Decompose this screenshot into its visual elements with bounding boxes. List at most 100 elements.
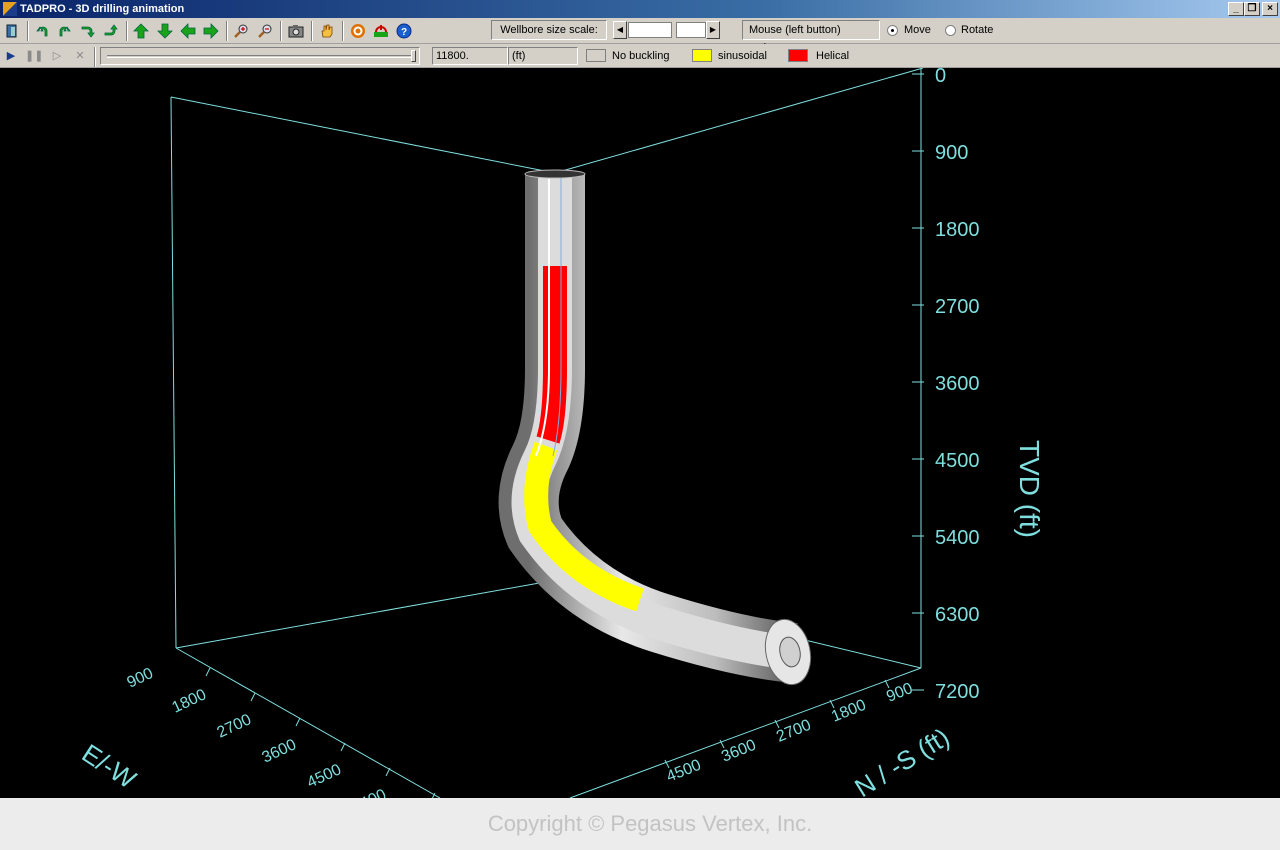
restore-button[interactable]: ❐ bbox=[1244, 2, 1260, 16]
pan-down-icon bbox=[157, 23, 173, 39]
rotate-left-icon bbox=[36, 26, 48, 37]
help-icon: ? bbox=[396, 23, 412, 39]
playback-toolbar: ▶ ❚❚ ▷ ✕ 11800. (ft) No buckling sinusoi… bbox=[0, 44, 1280, 68]
play-icon[interactable]: ▶ bbox=[2, 47, 20, 65]
title-bar: TADPRO - 3D drilling animation _ ❐ × bbox=[0, 0, 1280, 18]
tvd-tick-label: 7200 bbox=[935, 681, 980, 703]
zoom-out-icon bbox=[258, 24, 272, 38]
rotate-left-button[interactable] bbox=[32, 22, 52, 40]
ns-tick-label: 900 bbox=[884, 680, 915, 706]
rotate-right-button[interactable] bbox=[55, 22, 75, 40]
pan-up-icon bbox=[133, 23, 149, 39]
ew-tick-label: 1800 bbox=[170, 686, 210, 716]
ew-axis-label: E/-W bbox=[77, 738, 142, 795]
rotate-right-icon bbox=[59, 26, 71, 37]
slider-thumb[interactable] bbox=[411, 50, 416, 62]
rotate-down-icon bbox=[81, 26, 95, 38]
pan-right-button[interactable] bbox=[201, 22, 221, 40]
reset-view-button[interactable] bbox=[371, 22, 391, 40]
animation-slider[interactable] bbox=[100, 47, 420, 65]
no-buckling-swatch bbox=[586, 49, 606, 62]
mouse-action-label: Mouse (left button) action: bbox=[742, 20, 880, 54]
wellbore-size-label: Wellbore size scale: bbox=[491, 20, 607, 40]
helical-label: Helical bbox=[816, 50, 850, 62]
pause-icon[interactable]: ❚❚ bbox=[25, 47, 43, 65]
tvd-tick-label: 900 bbox=[935, 142, 968, 164]
camera-button[interactable] bbox=[286, 22, 306, 40]
rotate-radio-label[interactable]: Rotate bbox=[961, 24, 993, 37]
main-toolbar: ? Wellbore size scale: ◀ ▶ Mouse (left b… bbox=[0, 18, 1280, 54]
pan-up-button[interactable] bbox=[131, 22, 151, 40]
no-buckling-label: No buckling bbox=[612, 50, 670, 62]
tvd-axis-label: TVD (ft) bbox=[1014, 440, 1045, 538]
app-icon bbox=[3, 2, 17, 16]
zoom-out-button[interactable] bbox=[255, 22, 275, 40]
zoom-in-icon bbox=[234, 24, 248, 38]
rotate-down-button[interactable] bbox=[78, 22, 98, 40]
reset-view-icon bbox=[374, 25, 388, 37]
ew-tick-label: 5400 bbox=[350, 786, 390, 798]
svg-text:?: ? bbox=[401, 27, 407, 38]
app-window: TADPRO - 3D drilling animation _ ❐ × ? W… bbox=[0, 0, 1280, 850]
ew-tick bbox=[340, 742, 346, 752]
zoom-in-button[interactable] bbox=[231, 22, 251, 40]
tvd-tick-label: 3600 bbox=[935, 373, 980, 395]
tvd-tick-label: 0 bbox=[935, 68, 946, 87]
ns-tick bbox=[884, 679, 890, 689]
hand-button[interactable] bbox=[317, 22, 337, 40]
wellbore-scale-track[interactable] bbox=[628, 22, 672, 38]
exit-button[interactable] bbox=[3, 22, 23, 40]
ew-tick bbox=[205, 667, 211, 677]
depth-field[interactable]: 11800. bbox=[432, 47, 508, 65]
step-icon[interactable]: ▷ bbox=[48, 47, 66, 65]
pan-right-icon bbox=[203, 23, 219, 39]
exit-icon bbox=[6, 24, 17, 38]
move-radio-label[interactable]: Move bbox=[904, 24, 931, 37]
3d-viewport[interactable]: 0 900 1800 2700 3600 4500 5400 6300 7200 900 1800… bbox=[0, 68, 1280, 798]
window-title: TADPRO - 3D drilling animation bbox=[20, 3, 185, 15]
hand-icon bbox=[321, 24, 333, 38]
ew-tick-label: 900 bbox=[125, 665, 156, 692]
target-icon bbox=[351, 24, 365, 38]
ew-tick-label: 2700 bbox=[215, 711, 255, 741]
ew-tick bbox=[295, 717, 301, 727]
helical-swatch bbox=[788, 49, 808, 62]
rotate-up-icon bbox=[104, 24, 118, 36]
ew-tick bbox=[385, 767, 391, 777]
wellbore-scale-left-arrow[interactable]: ◀ bbox=[613, 21, 627, 39]
tvd-axis: 0 900 1800 2700 3600 4500 5400 6300 7200 bbox=[912, 68, 980, 703]
stop-icon[interactable]: ✕ bbox=[71, 47, 89, 65]
ns-axis-label: N / -S (ft) bbox=[849, 722, 954, 798]
tvd-tick-label: 1800 bbox=[935, 219, 980, 241]
sinusoidal-label: sinusoidal bbox=[718, 50, 767, 62]
copyright-text: Copyright © Pegasus Vertex, Inc. bbox=[487, 811, 813, 836]
wellbore-scale-track-right[interactable] bbox=[676, 22, 706, 38]
tvd-tick-label: 5400 bbox=[935, 527, 980, 549]
move-radio[interactable] bbox=[887, 25, 898, 36]
ns-tick-label: 1800 bbox=[829, 697, 868, 726]
pan-left-icon bbox=[180, 23, 196, 39]
rotate-up-button[interactable] bbox=[101, 22, 121, 40]
ew-tick-label: 4500 bbox=[305, 761, 345, 791]
wellbore-3d-plot[interactable]: 09001800270036004500540063007200 9001800… bbox=[0, 68, 1280, 798]
pan-left-button[interactable] bbox=[178, 22, 198, 40]
minimize-button[interactable]: _ bbox=[1228, 2, 1244, 16]
target-button[interactable] bbox=[348, 22, 368, 40]
ew-tick bbox=[250, 692, 256, 702]
wellbore-scale-right-arrow[interactable]: ▶ bbox=[706, 21, 720, 39]
footer: Copyright © Pegasus Vertex, Inc. bbox=[0, 798, 1280, 850]
depth-unit: (ft) bbox=[508, 47, 578, 65]
tvd-tick-label: 4500 bbox=[935, 450, 980, 472]
ew-axis: 900 1800270036004500 5400 bbox=[125, 665, 436, 798]
ew-tick-label: 3600 bbox=[260, 736, 300, 766]
tvd-tick-label: 6300 bbox=[935, 604, 980, 626]
rotate-radio[interactable] bbox=[945, 25, 956, 36]
wellbore-pipe bbox=[498, 169, 812, 686]
camera-icon bbox=[288, 25, 304, 38]
pan-down-button[interactable] bbox=[155, 22, 175, 40]
tvd-tick-label: 2700 bbox=[935, 296, 980, 318]
sinusoidal-swatch bbox=[692, 49, 712, 62]
help-button[interactable]: ? bbox=[394, 22, 414, 40]
ns-tick-label: 2700 bbox=[774, 717, 813, 746]
close-button[interactable]: × bbox=[1262, 2, 1278, 16]
